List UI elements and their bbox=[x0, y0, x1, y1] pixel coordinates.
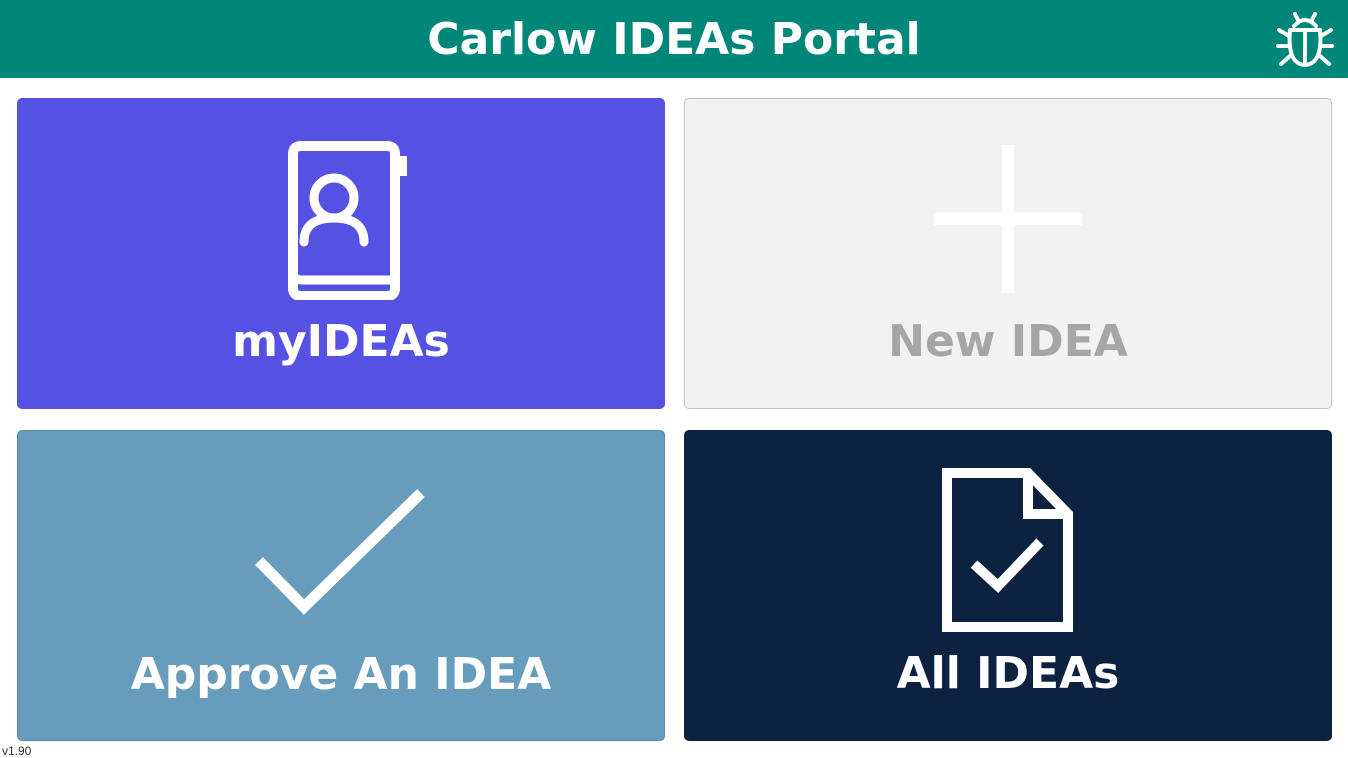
report-bug-button[interactable] bbox=[1276, 8, 1334, 70]
bug-icon bbox=[1276, 12, 1334, 67]
approve-idea-tile[interactable]: Approve An IDEA bbox=[17, 430, 665, 741]
approve-idea-label: Approve An IDEA bbox=[130, 649, 552, 700]
contact-book-icon bbox=[288, 141, 407, 300]
all-ideas-label: All IDEAs bbox=[896, 648, 1120, 699]
new-idea-label: New IDEA bbox=[888, 316, 1128, 367]
checkmark-icon bbox=[255, 489, 425, 615]
all-ideas-tile[interactable]: All IDEAs bbox=[684, 430, 1332, 741]
document-check-icon bbox=[942, 468, 1073, 632]
version-label: v1.90 bbox=[2, 744, 32, 758]
plus-icon bbox=[934, 145, 1082, 293]
app-header: Carlow IDEAs Portal bbox=[0, 0, 1348, 78]
my-ideas-tile[interactable]: myIDEAs bbox=[17, 98, 665, 409]
new-idea-tile[interactable]: New IDEA bbox=[684, 98, 1332, 409]
app-title: Carlow IDEAs Portal bbox=[427, 14, 921, 65]
my-ideas-label: myIDEAs bbox=[232, 316, 450, 367]
